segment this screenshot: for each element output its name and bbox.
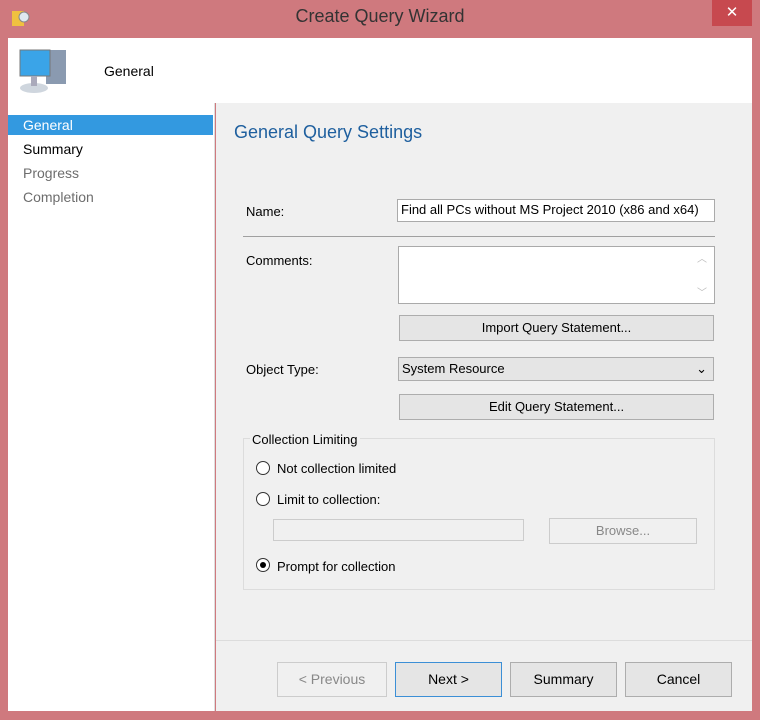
radio-limit-label: Limit to collection: — [277, 492, 381, 507]
close-button[interactable]: ✕ — [712, 0, 752, 26]
wizard-nav: General Summary Progress Completion — [8, 103, 215, 711]
scroll-up-icon[interactable]: ︿ — [697, 250, 707, 265]
cancel-button[interactable]: Cancel — [625, 662, 732, 697]
summary-button[interactable]: Summary — [510, 662, 617, 697]
radio-prompt-label: Prompt for collection — [277, 559, 396, 574]
name-input[interactable]: Find all PCs without MS Project 2010 (x8… — [397, 199, 715, 222]
comments-textarea[interactable] — [398, 246, 715, 304]
window-title: Create Query Wizard — [295, 6, 465, 26]
radio-limit-to-collection[interactable] — [256, 492, 270, 506]
chevron-down-icon: ⌄ — [696, 361, 707, 376]
comments-label: Comments: — [246, 253, 313, 268]
object-type-value: System Resource — [402, 361, 505, 376]
divider — [243, 236, 715, 237]
object-type-label: Object Type: — [246, 362, 319, 377]
object-type-select[interactable]: System Resource ⌄ — [398, 357, 714, 381]
collection-group-label: Collection Limiting — [250, 432, 360, 447]
next-button[interactable]: Next > — [395, 662, 502, 697]
nav-item-general[interactable]: General — [8, 115, 213, 135]
header-page-title: General — [104, 63, 154, 79]
nav-item-summary[interactable]: Summary — [8, 139, 213, 159]
edit-query-button[interactable]: Edit Query Statement... — [399, 394, 714, 420]
collection-input — [273, 519, 524, 541]
page-heading: General Query Settings — [234, 122, 423, 142]
scroll-down-icon[interactable]: ﹀ — [697, 284, 707, 299]
previous-button: < Previous — [277, 662, 387, 697]
footer-divider — [216, 640, 752, 641]
radio-not-limited[interactable] — [256, 461, 270, 475]
radio-prompt-for-collection[interactable] — [256, 558, 270, 572]
radio-not-limited-label: Not collection limited — [277, 461, 397, 476]
import-query-button[interactable]: Import Query Statement... — [399, 315, 714, 341]
nav-item-completion: Completion — [23, 189, 94, 205]
name-label: Name: — [246, 204, 285, 219]
nav-item-progress: Progress — [23, 165, 80, 181]
computer-icon — [16, 46, 70, 96]
browse-button: Browse... — [549, 518, 697, 544]
